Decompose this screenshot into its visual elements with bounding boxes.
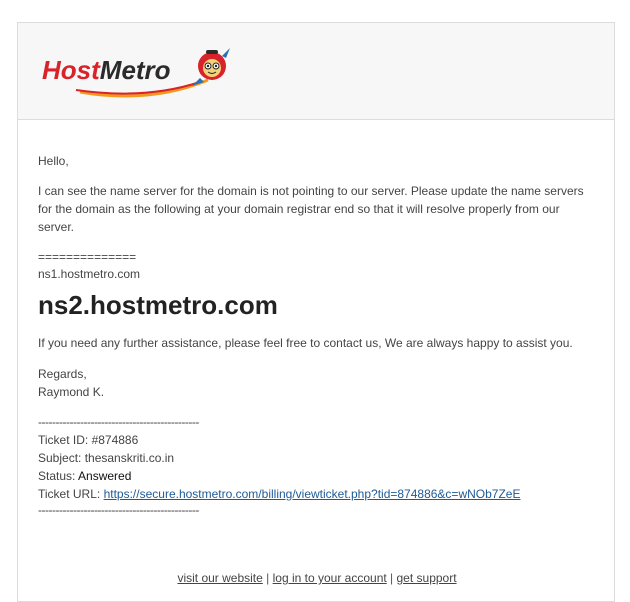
visit-website-link[interactable]: visit our website <box>177 571 262 585</box>
login-account-link[interactable]: log in to your account <box>273 571 387 585</box>
separator: ============== <box>38 250 137 264</box>
get-support-link[interactable]: get support <box>397 571 457 585</box>
dash-divider-bottom: ----------------------------------------… <box>38 503 199 517</box>
email-footer: visit our website | log in to your accou… <box>18 571 616 585</box>
ticket-subject: Subject: thesanskriti.co.in <box>38 449 174 467</box>
greeting: Hello, <box>38 154 69 168</box>
nameserver-1: ns1.hostmetro.com <box>38 267 141 281</box>
ticket-status-label: Status: <box>38 469 79 483</box>
signer-name: Raymond K. <box>38 385 105 399</box>
logo-host-text: HostMetro <box>42 55 171 85</box>
ticket-status: Status: Answered <box>38 467 131 485</box>
ticket-id: Ticket ID: #874886 <box>38 431 138 449</box>
footer-separator: | <box>386 571 397 585</box>
ticket-subject-value: thesanskriti.co.in <box>84 451 175 465</box>
message-body: I can see the name server for the domain… <box>38 184 584 234</box>
hostmetro-logo[interactable]: HostMetro <box>40 42 240 102</box>
mascot-icon <box>192 48 230 86</box>
ticket-subject-label: Subject: <box>38 451 85 465</box>
footer-separator: | <box>262 571 273 585</box>
ticket-id-value: #874886 <box>91 433 139 447</box>
ticket-status-value: Answered <box>78 469 132 483</box>
ticket-url-label: Ticket URL: <box>38 487 104 501</box>
dash-divider-top: ----------------------------------------… <box>38 415 199 429</box>
ticket-id-label: Ticket ID: <box>38 433 92 447</box>
assist-text: If you need any further assistance, plea… <box>38 336 573 350</box>
regards: Regards, <box>38 367 87 381</box>
email-header: HostMetro <box>18 23 614 120</box>
nameserver-2: ns2.hostmetro.com <box>38 290 278 320</box>
email-card: HostMetro Hello, I can see the name serv… <box>17 22 615 602</box>
ticket-url-link[interactable]: https://secure.hostmetro.com/billing/vie… <box>104 487 521 501</box>
